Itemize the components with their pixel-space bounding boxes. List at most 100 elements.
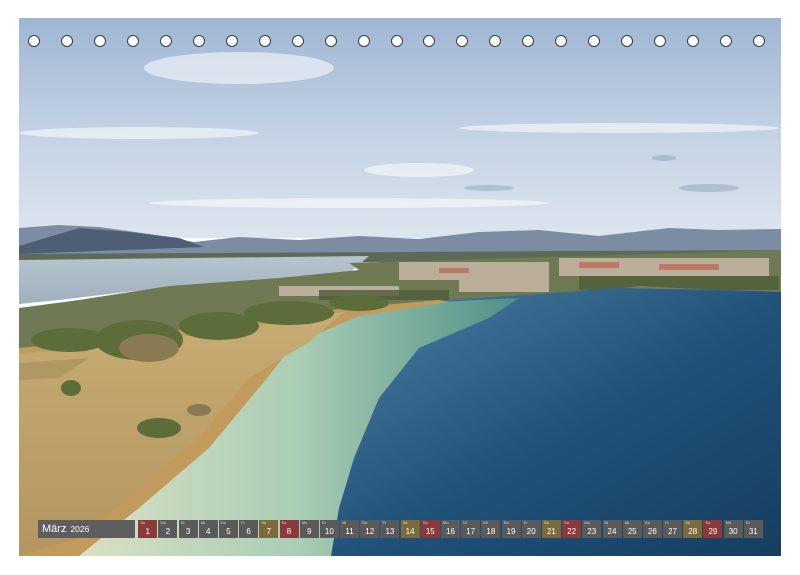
binding-hole (225, 35, 238, 47)
day-cell: Sa 7 (259, 520, 279, 538)
day-number: 22 (567, 527, 577, 536)
binding-hole (192, 35, 205, 47)
binding-hole (555, 35, 568, 47)
weekday-label: Sa (261, 520, 267, 525)
binding-hole (357, 35, 370, 47)
day-cell: So 8 (279, 520, 299, 538)
weekday-label: Di (180, 520, 185, 525)
weekday-label: Do (644, 520, 650, 525)
binding-hole (522, 35, 535, 47)
binding-hole (687, 35, 700, 47)
day-number: 8 (286, 527, 292, 536)
day-cell: Do 5 (218, 520, 238, 538)
weekday-label: So (281, 520, 287, 525)
day-number: 6 (246, 527, 251, 536)
weekday-label: Sa (685, 520, 691, 525)
weekday-label: Mo (160, 520, 166, 525)
weekday-label: Do (503, 520, 509, 525)
day-number: 21 (546, 527, 556, 536)
weekday-label: Mo (725, 520, 732, 525)
binding-hole (93, 35, 106, 47)
weekday-label: Fr (523, 520, 528, 525)
day-number: 3 (185, 527, 191, 536)
day-cell: Fr 20 (521, 520, 541, 538)
month-label: März 2026 (38, 520, 136, 538)
binding-hole (28, 35, 40, 47)
day-cell: Mo 16 (441, 520, 460, 538)
weekday-label: Fr (382, 520, 387, 525)
binding-hole (291, 35, 304, 47)
weekday-label: Do (220, 520, 227, 525)
weekday-label: Di (463, 520, 467, 525)
day-number: 9 (306, 527, 312, 536)
weekday-label: Mo (301, 520, 308, 525)
day-cell: So 1 (138, 520, 158, 538)
day-number: 13 (385, 527, 395, 536)
day-cell: Sa 14 (400, 520, 420, 538)
day-cell: Di 24 (602, 520, 622, 538)
binding-hole (324, 35, 337, 47)
day-cell: So 15 (420, 520, 440, 538)
weekday-label: Mi (200, 520, 205, 525)
day-cell: Mi 11 (340, 520, 360, 538)
day-cells: So 1 Mo 2 Di 3 Mi 4 Do 5 Fr 6 Sa 7 So 8 Mo 9 Di 10 Mi 11 Do 12 F… (138, 520, 764, 538)
day-number: 11 (345, 527, 354, 536)
weekday-label: Sa (543, 520, 549, 525)
day-cell: Fr 13 (380, 520, 400, 538)
day-cell: Di 17 (461, 520, 481, 538)
binding-hole (621, 35, 634, 47)
day-cell: Do 12 (360, 520, 380, 538)
day-cell: Sa 28 (683, 520, 703, 538)
day-number: 18 (486, 527, 496, 536)
day-number: 10 (324, 527, 334, 536)
weekday-label: Di (745, 520, 750, 525)
day-cell: Mi 18 (481, 520, 501, 538)
day-number: 26 (647, 527, 657, 536)
day-cell: Do 26 (642, 520, 662, 538)
day-number: 14 (405, 527, 415, 536)
weekday-label: So (705, 520, 711, 525)
day-number: 23 (587, 527, 597, 536)
day-cell: So 29 (703, 520, 723, 538)
day-number: 5 (226, 527, 231, 536)
lake-aerial-photo (19, 18, 781, 556)
day-number: 2 (165, 527, 171, 536)
weekday-label: Do (362, 520, 368, 525)
day-cell: Mo 9 (299, 520, 319, 538)
binding-hole (456, 35, 469, 47)
binding-hole (720, 35, 733, 47)
calendar-strip: März 2026 So 1 Mo 2 Di 3 Mi 4 Do 5 Fr 6 Sa 7 So 8 Mo 9 Di 1… (38, 520, 764, 538)
day-number: 17 (466, 527, 476, 536)
weekday-label: So (564, 520, 570, 525)
day-cell: Fr 6 (239, 520, 259, 538)
day-number: 29 (708, 527, 718, 536)
day-number: 19 (506, 527, 516, 536)
day-number: 27 (668, 527, 678, 536)
day-cell: Mi 4 (198, 520, 218, 538)
weekday-label: Fr (665, 520, 669, 525)
binding-hole (159, 35, 172, 47)
weekday-label: Fr (241, 520, 245, 525)
day-cell: Mi 25 (622, 520, 642, 538)
spiral-binding-holes (0, 33, 800, 51)
day-cell: Mo 30 (723, 520, 743, 538)
day-number: 4 (206, 527, 211, 536)
day-cell: Mo 2 (158, 520, 178, 538)
binding-hole (489, 35, 502, 47)
day-number: 16 (446, 527, 455, 536)
weekday-label: So (140, 520, 146, 525)
day-cell: Di 3 (178, 520, 198, 538)
weekday-label: Mi (483, 520, 488, 525)
day-number: 7 (266, 527, 272, 536)
day-cell: Di 31 (743, 520, 763, 538)
day-cell: Mo 23 (582, 520, 602, 538)
day-number: 30 (728, 527, 738, 536)
weekday-label: So (422, 520, 428, 525)
binding-hole (126, 35, 139, 47)
day-number: 25 (627, 527, 637, 536)
weekday-label: Mo (584, 520, 590, 525)
weekday-label: Mo (443, 520, 449, 525)
binding-hole (588, 35, 601, 47)
weekday-label: Sa (402, 520, 408, 525)
binding-hole (423, 35, 436, 47)
